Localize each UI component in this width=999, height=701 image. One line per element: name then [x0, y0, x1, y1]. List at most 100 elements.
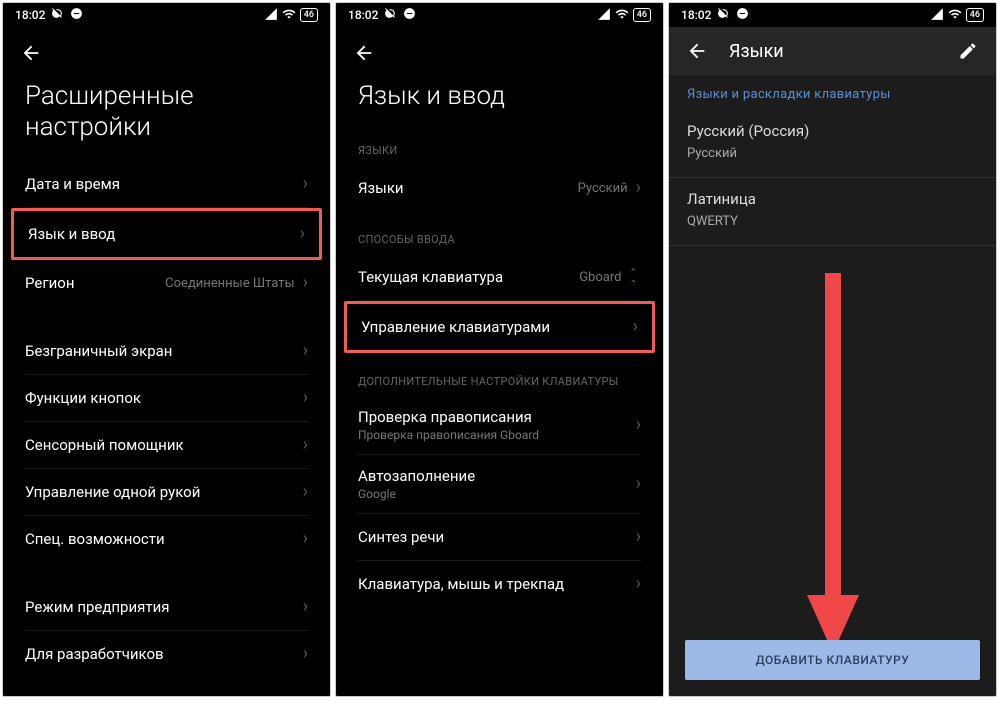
- topbar: Языки: [669, 27, 996, 75]
- row-label: Сенсорный помощник: [25, 436, 184, 454]
- row-sensor-assistant[interactable]: Сенсорный помощник ›: [3, 422, 330, 468]
- alarm-off-icon: [717, 7, 730, 23]
- row-sublabel: Google: [358, 487, 475, 501]
- row-label: Язык и ввод: [28, 225, 115, 243]
- screen-keyboard-languages: 18:02 46 Языки Языки и раскладки клавиат…: [668, 2, 997, 697]
- wifi-icon: [615, 7, 629, 24]
- chevron-right-icon: ›: [303, 483, 308, 501]
- chevron-right-icon: ›: [303, 598, 308, 616]
- row-label: Проверка правописания: [358, 408, 539, 426]
- chevron-right-icon: ›: [300, 225, 305, 243]
- back-button[interactable]: [685, 39, 709, 63]
- add-keyboard-button[interactable]: ДОБАВИТЬ КЛАВИАТУРУ: [685, 640, 980, 680]
- status-time: 18:02: [15, 8, 45, 22]
- row-value: Русский: [578, 181, 628, 196]
- row-autofill[interactable]: Автозаполнение Google ›: [336, 455, 663, 513]
- chevron-right-icon: ›: [303, 645, 308, 663]
- chevron-right-icon: ›: [636, 179, 641, 197]
- row-label: Регион: [25, 274, 74, 292]
- topbar: [336, 27, 663, 71]
- topbar: [3, 27, 330, 71]
- signal-icon: [597, 7, 611, 24]
- row-language-input[interactable]: Язык и ввод ›: [14, 211, 319, 257]
- row-label: Текущая клавиатура: [358, 268, 503, 286]
- page-title: Расширенные настройки: [3, 71, 330, 161]
- status-bar: 18:02 46: [336, 3, 663, 27]
- chevron-right-icon: ›: [303, 342, 308, 360]
- dnd-icon: [403, 7, 416, 23]
- wifi-icon: [282, 7, 296, 24]
- language-block-russian[interactable]: Русский (Россия) Русский: [669, 112, 996, 175]
- row-label: Дата и время: [25, 175, 120, 193]
- battery-indicator: 46: [300, 8, 318, 22]
- chevron-right-icon: ›: [303, 530, 308, 548]
- screen-advanced-settings: 18:02 46 Расширенные настройки Дата и вр…: [2, 2, 331, 697]
- chevron-right-icon: ›: [636, 528, 641, 546]
- section-languages: ЯЗЫКИ: [336, 130, 663, 165]
- chevron-right-icon: ›: [636, 575, 641, 593]
- divider: [669, 177, 996, 178]
- row-value: Соединенные Штаты: [165, 276, 294, 291]
- back-button[interactable]: [19, 41, 43, 65]
- language-block-latin[interactable]: Латиница QWERTY: [669, 180, 996, 243]
- row-enterprise-mode[interactable]: Режим предприятия ›: [3, 584, 330, 630]
- back-button[interactable]: [352, 41, 376, 65]
- row-current-keyboard[interactable]: Текущая клавиатура Gboard ⌃⌄: [336, 254, 663, 300]
- row-label: Спец. возможности: [25, 530, 165, 548]
- row-edgeless-screen[interactable]: Безграничный экран ›: [3, 328, 330, 374]
- status-time: 18:02: [681, 8, 711, 22]
- row-button-functions[interactable]: Функции кнопок ›: [3, 375, 330, 421]
- row-label: Клавиатура, мышь и трекпад: [358, 575, 564, 593]
- status-bar: 18:02 46: [669, 3, 996, 27]
- section-extra-kb: ДОПОЛНИТЕЛЬНЫЕ НАСТРОЙКИ КЛАВИАТУРЫ: [336, 353, 663, 396]
- alarm-off-icon: [51, 7, 64, 23]
- row-manage-keyboards[interactable]: Управление клавиатурами ›: [347, 304, 652, 350]
- edit-button[interactable]: [956, 39, 980, 63]
- status-time: 18:02: [348, 8, 378, 22]
- layout-name: QWERTY: [687, 214, 978, 229]
- topbar-title: Языки: [729, 41, 936, 62]
- row-label: Безграничный экран: [25, 342, 172, 360]
- page-title: Язык и ввод: [336, 71, 663, 130]
- chevron-right-icon: ›: [303, 436, 308, 454]
- signal-icon: [264, 7, 278, 24]
- row-sublabel: Проверка правописания Gboard: [358, 428, 539, 442]
- divider: [669, 245, 996, 246]
- row-tts[interactable]: Синтез речи ›: [336, 514, 663, 560]
- language-name: Русский (Россия): [687, 122, 978, 140]
- chevron-right-icon: ›: [303, 175, 308, 193]
- row-label: Автозаполнение: [358, 467, 475, 485]
- row-label: Языки: [358, 179, 404, 197]
- chevron-right-icon: ›: [303, 274, 308, 292]
- row-date-time[interactable]: Дата и время ›: [3, 161, 330, 207]
- dnd-icon: [70, 7, 83, 23]
- row-spellcheck[interactable]: Проверка правописания Проверка правописа…: [336, 396, 663, 454]
- row-kb-mouse-trackpad[interactable]: Клавиатура, мышь и трекпад ›: [336, 561, 663, 607]
- row-developer[interactable]: Для разработчиков ›: [3, 631, 330, 677]
- chevron-right-icon: ›: [636, 416, 641, 434]
- row-label: Функции кнопок: [25, 389, 141, 407]
- status-bar: 18:02 46: [3, 3, 330, 27]
- wifi-icon: [948, 7, 962, 24]
- row-value: Gboard: [579, 270, 621, 285]
- row-label: Управление одной рукой: [25, 483, 200, 501]
- language-name: Латиница: [687, 190, 978, 208]
- row-accessibility[interactable]: Спец. возможности ›: [3, 516, 330, 562]
- section-layouts: Языки и раскладки клавиатуры: [669, 75, 996, 112]
- highlight-box: Язык и ввод ›: [11, 208, 322, 260]
- row-label: Синтез речи: [358, 528, 444, 546]
- row-one-hand[interactable]: Управление одной рукой ›: [3, 469, 330, 515]
- row-languages[interactable]: Языки Русский ›: [336, 165, 663, 211]
- row-label: Режим предприятия: [25, 598, 169, 616]
- annotation-arrow-icon: [803, 273, 863, 657]
- section-input-methods: СПОСОБЫ ВВОДА: [336, 211, 663, 254]
- signal-icon: [930, 7, 944, 24]
- row-label: Для разработчиков: [25, 645, 164, 663]
- chevron-right-icon: ›: [636, 475, 641, 493]
- row-label: Управление клавиатурами: [361, 318, 550, 336]
- highlight-box: Управление клавиатурами ›: [344, 301, 655, 353]
- row-region[interactable]: Регион Соединенные Штаты ›: [3, 260, 330, 306]
- battery-indicator: 46: [966, 8, 984, 22]
- layout-name: Русский: [687, 146, 978, 161]
- chevron-right-icon: ›: [303, 389, 308, 407]
